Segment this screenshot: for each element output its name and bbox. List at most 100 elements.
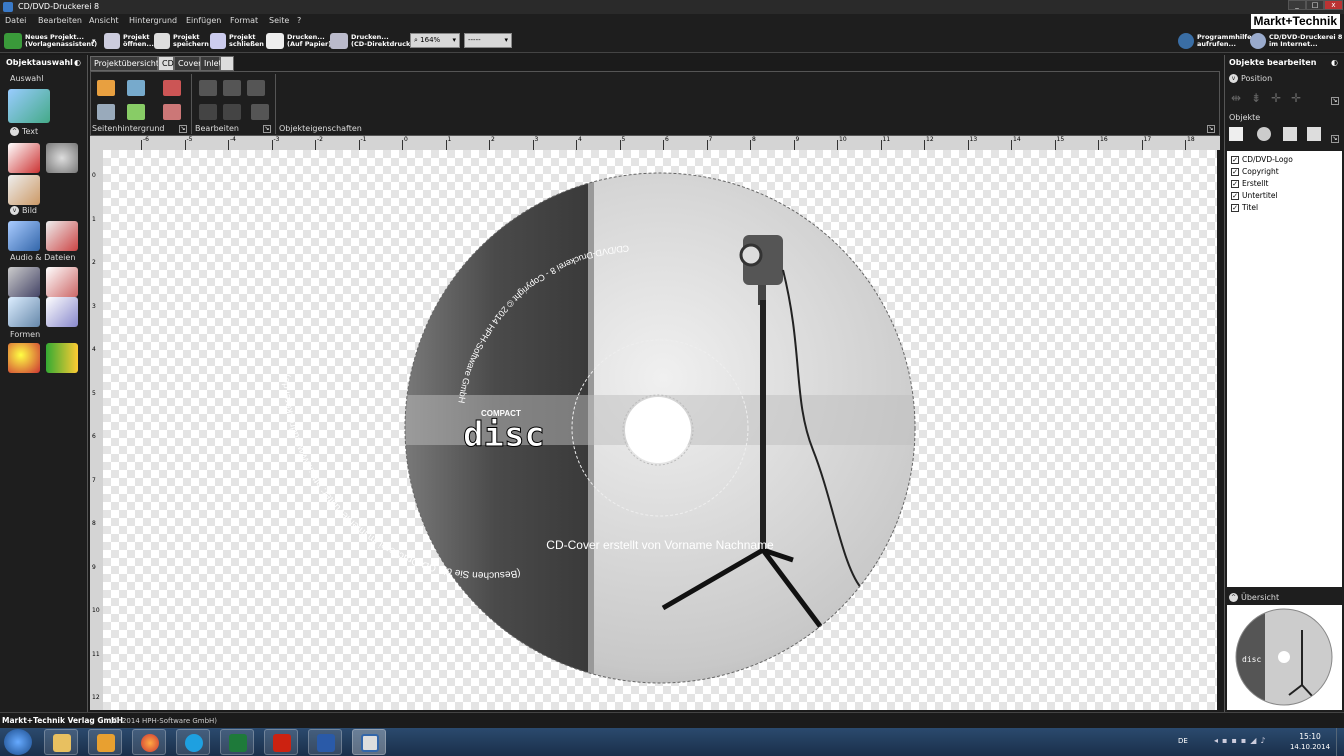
audio-tool-icon[interactable] [8,267,40,297]
menu-hintergrund[interactable]: Hintergrund [129,16,177,25]
menu-einfuegen[interactable]: Einfügen [186,16,221,25]
list-item[interactable]: ✓ CD/DVD-Logo [1231,155,1293,164]
move-back-icon[interactable] [1307,127,1321,141]
background-delete-icon[interactable] [163,104,181,120]
design-canvas[interactable]: (Besuchen Sie die CD-Druckerei im Intern… [103,150,1217,710]
ruler-tick [576,140,577,150]
clipart-tool-icon[interactable] [46,221,78,251]
section-text[interactable]: ^ Text [10,127,38,136]
tab-inlet[interactable]: Inlet [200,56,222,71]
new-page-icon[interactable] [220,56,234,71]
save-project-button[interactable]: Projekt speichern [154,31,209,51]
background-color-icon[interactable] [97,80,115,96]
cut-icon[interactable] [199,80,217,96]
compact-disc-logo[interactable]: COMPACT disc [463,409,546,456]
ruler-tick [1098,140,1099,150]
taskbar-acrobat[interactable] [264,729,298,755]
shapes-tool-icon[interactable] [8,343,40,373]
cd-label-svg[interactable]: (Besuchen Sie die CD-Druckerei im Intern… [103,150,1217,710]
section-position[interactable]: v Position [1229,74,1272,83]
minimize-button[interactable]: _ [1288,0,1306,10]
close-button[interactable]: x [1324,0,1343,10]
list-item[interactable]: ✓ Copyright [1231,167,1279,176]
tray-icons[interactable]: ◂▪▪▪◢♪ [1214,736,1270,745]
checkbox[interactable]: ✓ [1231,167,1239,176]
pin-icon[interactable]: ◐ [74,58,81,67]
help-button[interactable]: Programmhilfe aufrufen... [1178,31,1252,51]
show-desktop-button[interactable] [1336,728,1344,756]
overview-thumbnail[interactable]: disc [1227,605,1342,710]
text-tool-icon[interactable] [8,143,40,173]
delete-icon[interactable] [251,104,269,120]
tab-projektuebersicht[interactable]: Projektübersicht [90,56,159,71]
menu-bearbeiten[interactable]: Bearbeiten [38,16,82,25]
stamp-text-tool-icon[interactable] [8,175,40,205]
menu-ansicht[interactable]: Ansicht [89,16,119,25]
print-cd-button[interactable]: Drucken... (CD-Direktdruck) [330,31,413,51]
checkbox[interactable]: ✓ [1231,203,1239,212]
expand-icon[interactable]: ↘ [179,125,187,133]
move-forward-icon[interactable] [1283,127,1297,141]
expand-icon[interactable]: ↘ [1331,97,1339,105]
taskbar-excel[interactable] [220,729,254,755]
taskbar-skype[interactable] [176,729,210,755]
new-project-button[interactable]: Neues Projekt... (Vorlagenassistent) [4,31,97,51]
background-effect-icon[interactable] [127,104,145,120]
zoom-select[interactable]: ⌕ 164% ▾ [410,33,460,48]
list-item[interactable]: ✓ Untertitel [1231,191,1278,200]
section-overview[interactable]: ^ Übersicht [1229,593,1279,602]
section-bild[interactable]: v Bild [10,206,37,215]
tracklist-tool-icon[interactable] [46,267,78,297]
expand-icon[interactable]: ↘ [263,125,271,133]
taskbar-explorer[interactable] [44,729,78,755]
taskbar-firefox[interactable] [132,729,166,755]
taskbar-cd-druckerei[interactable] [352,729,386,755]
ruler-tick-label: -3 [273,136,280,143]
menu-format[interactable]: Format [230,16,258,25]
background-template-icon[interactable] [163,80,181,96]
expand-icon[interactable]: ↘ [1207,125,1215,133]
menu-datei[interactable]: Datei [5,16,26,25]
layer-icon[interactable] [1257,127,1271,141]
status-bar: Markt+Technik Verlag GmbH (© 2014 HPH-So… [0,712,1344,728]
background-image-icon[interactable] [127,80,145,96]
curved-text-tool-icon[interactable] [46,143,78,173]
checkbox[interactable]: ✓ [1231,191,1239,200]
subtitle-text[interactable]: CD-Cover erstellt von Vorname Nachname [546,538,774,552]
tab-cover[interactable]: Cover [174,56,201,71]
print-paper-button[interactable]: Drucken... (Auf Papier) [266,31,331,51]
list-item[interactable]: ✓ Titel [1231,203,1258,212]
list-item[interactable]: ✓ Erstellt [1231,179,1268,188]
close-project-button[interactable]: Projekt schließen [210,31,264,51]
align-icons[interactable]: ⇹⇟✛✛ [1231,91,1311,105]
start-button-icon[interactable] [4,729,32,755]
checkbox[interactable]: ✓ [1231,179,1239,188]
file-list-tool-icon[interactable] [8,297,40,327]
tab-cd[interactable]: CD [158,56,174,71]
check-all-icon[interactable] [1229,127,1243,141]
checkbox[interactable]: ✓ [1231,155,1239,164]
clock-time[interactable]: 15:10 [1290,732,1330,741]
paste-icon[interactable] [247,80,265,96]
folder-list-tool-icon[interactable] [46,297,78,327]
line-style-select[interactable]: ----- ▾ [464,33,512,48]
clock-date[interactable]: 14.10.2014 [1286,743,1334,751]
select-tool-icon[interactable] [8,89,50,123]
menu-help[interactable]: ? [297,16,301,25]
expand-icon[interactable]: ↘ [1331,135,1339,143]
redo-icon[interactable] [223,104,241,120]
taskbar-outlook[interactable] [88,729,122,755]
undo-icon[interactable] [199,104,217,120]
internet-button[interactable]: CD/DVD-Druckerei 8 im Internet... [1250,31,1342,51]
pin-icon[interactable]: ◐ [1331,58,1338,67]
chevron-down-icon[interactable]: ▾ [92,37,96,45]
arrow-shapes-tool-icon[interactable] [46,343,78,373]
image-tool-icon[interactable] [8,221,40,251]
open-project-button[interactable]: Projekt öffnen... [104,31,154,51]
background-rotate-icon[interactable] [97,104,115,120]
language-indicator[interactable]: DE [1178,737,1188,745]
copy-icon[interactable] [223,80,241,96]
menu-seite[interactable]: Seite [269,16,289,25]
maximize-button[interactable]: □ [1306,0,1324,10]
taskbar-word[interactable] [308,729,342,755]
